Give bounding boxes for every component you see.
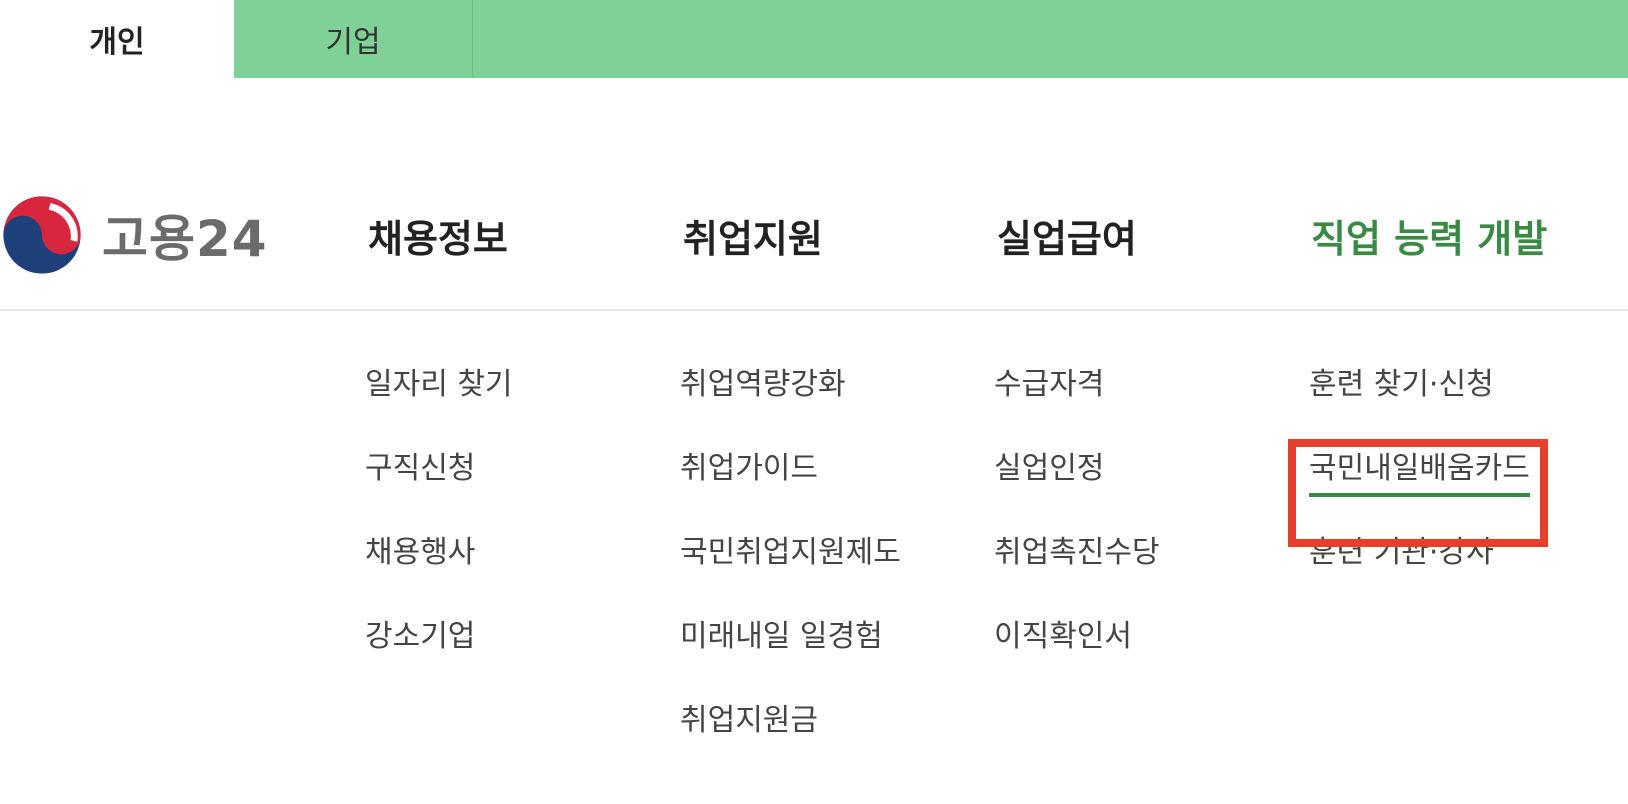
submenu-item[interactable]: 이직확인서 — [994, 609, 1294, 693]
submenu-vocational-training: 훈련 찾기·신청 국민내일배움카드 훈련 기관·강사 — [1288, 357, 1609, 609]
submenu-item[interactable]: 구직신청 — [365, 441, 665, 525]
submenu-unemployment-benefits: 수급자격 실업인정 취업촉진수당 이직확인서 — [994, 357, 1294, 693]
submenu-item[interactable]: 채용행사 — [365, 525, 665, 609]
main-navigation: 채용정보 취업지원 실업급여 직업 능력 개발 — [0, 200, 1628, 270]
submenu-item[interactable]: 훈련 기관·강사 — [1309, 525, 1609, 609]
submenu-item[interactable]: 취업지원금 — [680, 693, 980, 777]
submenu-item[interactable]: 일자리 찾기 — [365, 357, 665, 441]
submenu-recruitment-info: 일자리 찾기 구직신청 채용행사 강소기업 — [365, 357, 665, 693]
nav-employment-support[interactable]: 취업지원 — [683, 200, 823, 270]
highlighted-link-label: 국민내일배움카드 — [1309, 445, 1530, 497]
submenu-item-national-training-card[interactable]: 국민내일배움카드 — [1288, 439, 1609, 547]
submenu-item[interactable]: 국민취업지원제도 — [680, 525, 980, 609]
submenu-item[interactable]: 수급자격 — [994, 357, 1294, 441]
nav-recruitment-info[interactable]: 채용정보 — [368, 200, 508, 270]
audience-tab-bar: 개인 기업 — [0, 0, 1628, 78]
submenu-item[interactable]: 실업인정 — [994, 441, 1294, 525]
submenu-item[interactable]: 훈련 찾기·신청 — [1309, 357, 1609, 441]
submenu-item[interactable]: 미래내일 일경험 — [680, 609, 980, 693]
submenu-item[interactable]: 취업역량강화 — [680, 357, 980, 441]
submenu-item[interactable]: 취업가이드 — [680, 441, 980, 525]
submenu-item[interactable]: 취업촉진수당 — [994, 525, 1294, 609]
nav-divider — [0, 309, 1628, 311]
tab-business[interactable]: 기업 — [234, 0, 473, 78]
tab-personal[interactable]: 개인 — [0, 0, 234, 78]
submenu-employment-support: 취업역량강화 취업가이드 국민취업지원제도 미래내일 일경험 취업지원금 — [680, 357, 980, 777]
submenu-item[interactable]: 강소기업 — [365, 609, 665, 693]
nav-vocational-training[interactable]: 직업 능력 개발 — [1311, 200, 1547, 270]
nav-unemployment-benefits[interactable]: 실업급여 — [997, 200, 1137, 270]
